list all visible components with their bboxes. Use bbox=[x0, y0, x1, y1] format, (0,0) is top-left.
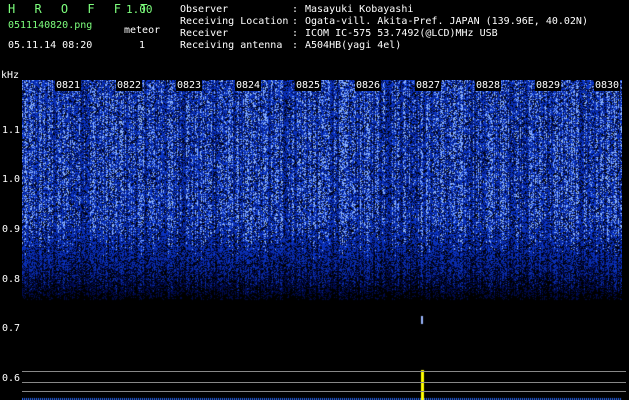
time-tick-label: 0830 bbox=[594, 80, 621, 91]
time-tick-label: 0823 bbox=[176, 80, 203, 91]
timestamp: 05.11.14 08:20 bbox=[8, 40, 93, 51]
file-name: 0511140820.png bbox=[8, 20, 93, 31]
meteor-label: meteor bbox=[124, 25, 161, 36]
spectrogram-canvas bbox=[22, 80, 622, 400]
time-tick-label: 0827 bbox=[415, 80, 442, 91]
y-tick-label: 1.1 bbox=[2, 125, 21, 136]
antenna-value: A504HB(yagi 4el) bbox=[305, 40, 402, 51]
location-value: Ogata-vill. Akita-Pref. JAPAN (139.96E, … bbox=[305, 16, 588, 27]
time-tick-label: 0826 bbox=[355, 80, 382, 91]
time-tick-label: 0829 bbox=[535, 80, 562, 91]
separator: : bbox=[292, 4, 299, 15]
time-tick-label: 0821 bbox=[55, 80, 82, 91]
unit-label: kHz bbox=[1, 70, 20, 81]
time-tick-label: 0828 bbox=[475, 80, 502, 91]
separator: : bbox=[292, 40, 299, 51]
reference-line bbox=[22, 371, 626, 372]
separator: : bbox=[292, 16, 299, 27]
receiver-value: ICOM IC-575 53.7492(@LCD)MHz USB bbox=[305, 28, 498, 39]
meteor-count: 1 bbox=[139, 40, 146, 51]
y-tick-label: 0.9 bbox=[2, 224, 21, 235]
y-tick-label: 0.8 bbox=[2, 274, 21, 285]
reference-line bbox=[22, 382, 626, 383]
y-tick-label: 1.0 bbox=[2, 174, 21, 185]
y-tick-label: 0.7 bbox=[2, 323, 21, 334]
reference-line bbox=[22, 391, 626, 392]
receiver-label: Receiver bbox=[180, 28, 229, 39]
observer-value: Masayuki Kobayashi bbox=[305, 4, 414, 15]
separator: : bbox=[292, 28, 299, 39]
location-label: Receiving Location bbox=[180, 16, 289, 27]
time-tick-label: 0824 bbox=[235, 80, 262, 91]
time-tick-label: 0825 bbox=[295, 80, 322, 91]
observer-label: Observer bbox=[180, 4, 229, 15]
time-tick-label: 0822 bbox=[116, 80, 143, 91]
app-version: 1.00 bbox=[126, 3, 153, 16]
antenna-label: Receiving antenna bbox=[180, 40, 283, 51]
y-tick-label: 0.6 bbox=[2, 373, 21, 384]
